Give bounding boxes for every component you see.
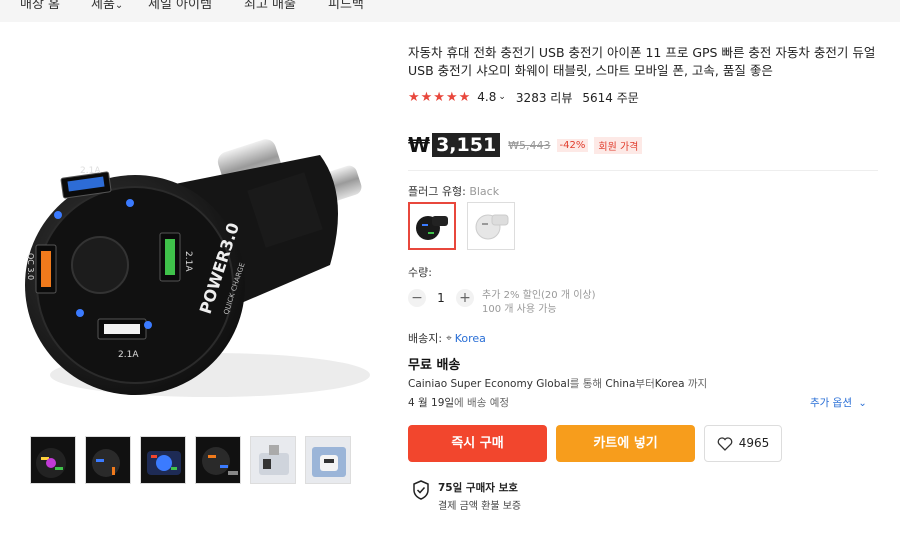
price-row: ₩ 3,151 ₩5,443 -42% 회원 가격 (408, 132, 643, 158)
main-product-image[interactable]: 2.1A 2.1A 2.1A QC 3.0 POWER3.0 QUICK CHA… (20, 75, 390, 420)
thumbnail-2[interactable] (85, 436, 131, 484)
buyer-protection: 75일 구매자 보호 결제 금액 환불 보증 (412, 480, 521, 512)
heart-icon (717, 436, 733, 451)
wishlist-count: 4965 (738, 436, 770, 450)
divider (408, 170, 878, 171)
charger-black-icon (416, 216, 448, 240)
buy-now-button[interactable]: 즉시 구매 (408, 425, 547, 462)
shipping-to-suffix: 까지 (684, 378, 708, 390)
chevron-down-icon: ⌄ (114, 0, 124, 11)
port-label-top: 2.1A (80, 166, 101, 176)
quantity-value[interactable]: 1 (436, 291, 446, 305)
thumbnail-6[interactable] (305, 436, 351, 484)
review-count[interactable]: 3283 리뷰 (516, 89, 572, 106)
more-options-label: 추가 옵션 (810, 397, 852, 409)
nav-products-label: 제품 (91, 0, 115, 12)
rating-value[interactable]: 4.8 (477, 90, 496, 104)
port-label-bottom: 2.1A (118, 350, 139, 360)
shipping-from: China (605, 378, 636, 390)
wishlist-button[interactable]: 4965 (704, 425, 782, 462)
stock-available-note: 100 개 사용 가능 (482, 304, 557, 315)
price-currency: ₩ (408, 133, 431, 157)
delivery-date: 4 월 19일 (408, 397, 455, 409)
plug-type-value: Black (469, 185, 500, 198)
top-nav: 매장 홈 제품⌄ 세일 아이템 최고 매출 피드백 (0, 0, 900, 22)
car-charger-image: 2.1A 2.1A 2.1A QC 3.0 POWER3.0 QUICK CHA… (25, 139, 370, 397)
thumbnail-5[interactable] (250, 436, 296, 484)
discount-badge: -42% (556, 138, 589, 152)
location-pin-icon: ⌖ (446, 332, 452, 344)
protection-desc: 결제 금액 환불 보증 (438, 501, 522, 512)
shipping-description: Cainiao Super Economy Global를 통해 China부터… (408, 376, 707, 391)
shield-check-icon (413, 480, 429, 500)
ship-to-row: 배송지: ⌖ Korea (408, 330, 486, 346)
ship-to-location[interactable]: Korea (455, 332, 486, 345)
thumbnail-3[interactable] (140, 436, 186, 484)
add-to-cart-button[interactable]: 카트에 넣기 (556, 425, 695, 462)
port-label-right: 2.1A (183, 251, 193, 272)
variant-white[interactable] (467, 202, 515, 250)
bulk-discount-note: 추가 2% 할인(20 개 이상) (482, 290, 596, 301)
protection-title: 75일 구매자 보호 (438, 482, 518, 494)
chevron-down-icon[interactable]: ⌄ (498, 92, 506, 102)
shipping-to: Korea (654, 378, 685, 390)
shipping-via: 를 통해 (569, 378, 606, 390)
thumbnail-4[interactable] (195, 436, 241, 484)
rating-stars-icon: ★★★★★ (408, 89, 472, 105)
shipping-carrier: Cainiao Super Economy Global (408, 378, 570, 390)
rating-row: ★★★★★ 4.8 ⌄ 3283 리뷰 5614 주문 (408, 88, 639, 106)
member-price-badge: 회원 가격 (594, 136, 643, 154)
nav-products[interactable]: 제품⌄ (91, 0, 123, 12)
plug-type-title: 플러그 유형: (408, 185, 466, 198)
nav-best-sellers[interactable]: 최고 매출 (244, 0, 296, 12)
quantity-label: 수량: (408, 266, 432, 279)
nav-feedback[interactable]: 피드백 (328, 0, 364, 12)
thumbnail-1[interactable] (30, 436, 76, 484)
charger-white-icon (475, 214, 509, 240)
variant-black[interactable] (408, 202, 456, 250)
price-amount: 3,151 (432, 133, 501, 157)
nav-store-home[interactable]: 매장 홈 (20, 0, 60, 12)
delivery-suffix: 에 배송 예정 (454, 397, 510, 409)
more-shipping-options-link[interactable]: 추가 옵션 ⌄ (810, 395, 867, 410)
quantity-increase-button[interactable]: + (456, 289, 474, 307)
nav-sale-items[interactable]: 세일 아이템 (148, 0, 212, 12)
protection-text: 75일 구매자 보호 결제 금액 환불 보증 (438, 480, 521, 512)
shipping-title: 무료 배송 (408, 358, 461, 373)
port-label-qc: QC 3.0 (26, 253, 35, 280)
product-title: 자동차 휴대 전화 충전기 USB 충전기 아이폰 11 프로 GPS 빠른 충… (408, 45, 876, 78)
delivery-estimate: 4 월 19일에 배송 예정 (408, 395, 509, 410)
plug-type-label: 플러그 유형: Black (408, 183, 499, 199)
chevron-down-icon: ⌄ (858, 398, 867, 409)
shipping-from-suffix: 부터 (635, 378, 655, 390)
order-count: 5614 주문 (582, 90, 639, 105)
quantity-decrease-button[interactable]: − (408, 289, 426, 307)
ship-to-label: 배송지: (408, 332, 443, 345)
original-price: ₩5,443 (508, 138, 551, 152)
